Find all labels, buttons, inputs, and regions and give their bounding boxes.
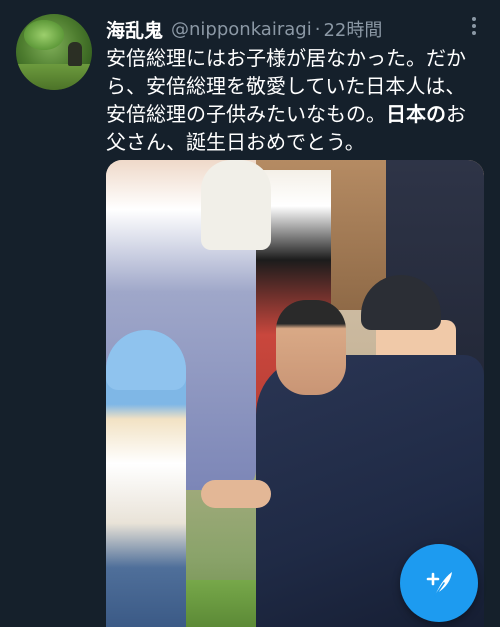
user-handle[interactable]: @nipponkairagi <box>171 19 312 40</box>
photo-handshake <box>201 480 271 508</box>
tweet-text-line: 父さん、誕生日おめでとう。 <box>106 130 365 154</box>
more-vertical-icon[interactable] <box>462 14 486 38</box>
avatar[interactable] <box>16 14 92 90</box>
avatar-figure <box>68 42 82 66</box>
compose-feather-plus-icon <box>426 572 452 597</box>
tweet-text-line: 安倍総理の子供みたいなもの。日本のお <box>106 102 466 126</box>
tweet-text-line: ら、安倍総理を敬愛していた日本人は、 <box>106 74 466 98</box>
display-name[interactable]: 海乱鬼 <box>106 16 163 43</box>
bold-phrase: 日本の <box>386 102 446 126</box>
tweet-time[interactable]: 22時間 <box>323 16 382 42</box>
photo-baby <box>201 160 271 250</box>
tweet-text: 安倍総理にはお子様が居なかった。だか ら、安倍総理を敬愛していた日本人は、 安倍… <box>106 44 490 156</box>
tweet-header: 海乱鬼 @nipponkairagi · 22時間 <box>106 16 382 42</box>
separator-dot: · <box>314 18 321 40</box>
tweet-text-line: 安倍総理にはお子様が居なかった。だか <box>106 46 466 70</box>
tweet[interactable]: 海乱鬼 @nipponkairagi · 22時間 安倍総理にはお子様が居なかっ… <box>0 0 500 627</box>
avatar-ground <box>16 64 92 90</box>
photo-man-head <box>276 300 346 395</box>
compose-button[interactable] <box>400 544 478 622</box>
avatar-tree <box>24 20 64 50</box>
